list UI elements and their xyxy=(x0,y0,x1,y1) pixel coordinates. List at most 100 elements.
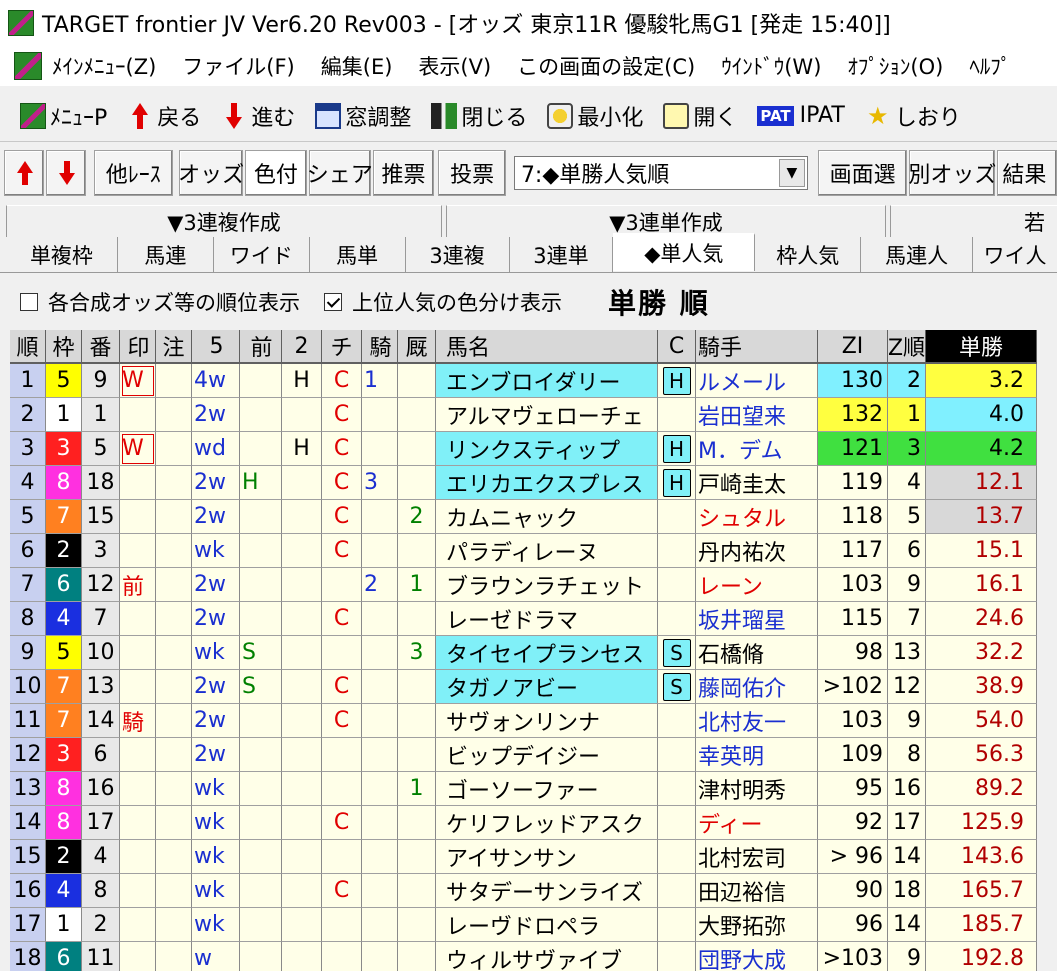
note-cell[interactable] xyxy=(156,704,192,738)
rank-cell[interactable]: 12 xyxy=(10,738,46,772)
waku-cell[interactable]: 2 xyxy=(46,534,82,568)
jockey-cell[interactable]: 丹内祐次 xyxy=(696,534,818,568)
note-cell[interactable] xyxy=(156,568,192,602)
win-odds-cell[interactable]: 3.2 xyxy=(926,364,1037,398)
rider-cell[interactable]: 1 xyxy=(362,364,398,398)
win-odds-cell[interactable]: 24.6 xyxy=(926,602,1037,636)
result-button[interactable]: 結果 xyxy=(997,150,1057,196)
horse-name-cell[interactable]: エリカエクスプレス xyxy=(436,466,658,500)
rank-cell[interactable]: 13 xyxy=(10,772,46,806)
rider-cell[interactable] xyxy=(362,772,398,806)
waku-cell[interactable]: 7 xyxy=(46,500,82,534)
color-split-checkbox[interactable] xyxy=(324,293,342,311)
zi-cell[interactable]: 96 xyxy=(818,908,888,942)
five-cell[interactable]: wd xyxy=(192,432,240,466)
stable-cell[interactable]: 3 xyxy=(398,636,436,670)
rider-cell[interactable]: 3 xyxy=(362,466,398,500)
note-cell[interactable] xyxy=(156,942,192,971)
next-race-button[interactable] xyxy=(45,150,86,196)
chi-cell[interactable]: C xyxy=(322,466,362,500)
mark-cell[interactable]: 騎 xyxy=(120,704,156,738)
two-cell[interactable] xyxy=(282,942,322,971)
zi-cell[interactable]: 121 xyxy=(818,432,888,466)
prev-cell[interactable] xyxy=(240,840,282,874)
rank-cell[interactable]: 10 xyxy=(10,670,46,704)
stable-cell[interactable] xyxy=(398,874,436,908)
mark-cell[interactable] xyxy=(120,466,156,500)
rank-cell[interactable]: 15 xyxy=(10,840,46,874)
zi-rank-cell[interactable]: 8 xyxy=(888,738,926,772)
chi-cell[interactable]: C xyxy=(322,602,362,636)
sort-order-select[interactable]: 7:◆単勝人気順 ▼ xyxy=(513,156,808,190)
mark-cell[interactable] xyxy=(120,806,156,840)
stable-cell[interactable] xyxy=(398,466,436,500)
forward-button[interactable]: 進む xyxy=(221,100,295,132)
menu-file[interactable]: ファイル(F) xyxy=(182,51,294,81)
table-row[interactable]: 7 6 12 前 2w 2 1 ブラウンラチェット レーン 103 9 16.1 xyxy=(10,568,1057,602)
waku-cell[interactable]: 3 xyxy=(46,432,82,466)
zi-cell[interactable]: >103 xyxy=(818,942,888,971)
menu-options[interactable]: ｵﾌﾟｼｮﾝ(O) xyxy=(847,51,943,81)
c-cell[interactable] xyxy=(658,874,696,908)
tab-tan-ninki[interactable]: ◆単人気 xyxy=(613,233,756,271)
c-cell[interactable]: S xyxy=(658,636,696,670)
zi-cell[interactable]: >102 xyxy=(818,670,888,704)
waku-cell[interactable]: 4 xyxy=(46,602,82,636)
c-cell[interactable] xyxy=(658,500,696,534)
five-cell[interactable]: w xyxy=(192,942,240,971)
horse-name-cell[interactable]: カムニャック xyxy=(436,500,658,534)
chi-cell[interactable]: C xyxy=(322,806,362,840)
zi-rank-cell[interactable]: 18 xyxy=(888,874,926,908)
tab-umaren[interactable]: 馬連 xyxy=(118,237,214,273)
chi-cell[interactable]: C xyxy=(322,670,362,704)
win-odds-cell[interactable]: 15.1 xyxy=(926,534,1037,568)
menu-screen-settings[interactable]: この画面の設定(C) xyxy=(517,51,695,81)
stable-cell[interactable] xyxy=(398,908,436,942)
col-prev[interactable]: 前 xyxy=(240,330,282,364)
zi-cell[interactable]: 119 xyxy=(818,466,888,500)
waku-cell[interactable]: 1 xyxy=(46,398,82,432)
table-row[interactable]: 6 2 3 wk C パラディレーヌ 丹内祐次 117 6 15.1 xyxy=(10,534,1057,568)
other-race-button[interactable]: 他ﾚｰｽ xyxy=(93,150,174,196)
close-button[interactable]: 閉じる xyxy=(431,100,527,132)
rank-cell[interactable]: 18 xyxy=(10,942,46,971)
col-zi-rank[interactable]: Z順 xyxy=(888,330,926,364)
rider-cell[interactable] xyxy=(362,670,398,704)
zi-cell[interactable]: 90 xyxy=(818,874,888,908)
tab-group-sanrenpuku[interactable]: ▼3連複作成 xyxy=(6,205,442,237)
note-cell[interactable] xyxy=(156,398,192,432)
zi-cell[interactable]: 130 xyxy=(818,364,888,398)
col-zi[interactable]: ZI xyxy=(818,330,888,364)
jockey-cell[interactable]: 団野大成 xyxy=(696,942,818,971)
menu-p-button[interactable]: ﾒﾆｭｰP xyxy=(20,100,107,132)
win-odds-cell[interactable]: 4.0 xyxy=(926,398,1037,432)
rider-cell[interactable] xyxy=(362,738,398,772)
win-odds-cell[interactable]: 4.2 xyxy=(926,432,1037,466)
mark-cell[interactable] xyxy=(120,500,156,534)
two-cell[interactable] xyxy=(282,874,322,908)
stable-cell[interactable] xyxy=(398,534,436,568)
jockey-cell[interactable]: 北村友一 xyxy=(696,704,818,738)
rank-cell[interactable]: 8 xyxy=(10,602,46,636)
horse-name-cell[interactable]: サヴォンリンナ xyxy=(436,704,658,738)
mark-cell[interactable] xyxy=(120,908,156,942)
five-cell[interactable]: 2w xyxy=(192,738,240,772)
col-win-odds[interactable]: 単勝 xyxy=(926,330,1037,364)
five-cell[interactable]: wk xyxy=(192,874,240,908)
chi-cell[interactable] xyxy=(322,840,362,874)
two-cell[interactable] xyxy=(282,806,322,840)
two-cell[interactable] xyxy=(282,466,322,500)
zi-cell[interactable]: 103 xyxy=(818,704,888,738)
tab-sanrenpuku[interactable]: 3連複 xyxy=(406,237,510,273)
stable-cell[interactable]: 2 xyxy=(398,500,436,534)
prev-cell[interactable] xyxy=(240,602,282,636)
col-c[interactable]: C xyxy=(658,330,696,364)
c-cell[interactable] xyxy=(658,568,696,602)
mark-cell[interactable] xyxy=(120,670,156,704)
horse-name-cell[interactable]: レーゼドラマ xyxy=(436,602,658,636)
menu-help[interactable]: ﾍﾙﾌﾟ xyxy=(969,51,1011,81)
two-cell[interactable] xyxy=(282,534,322,568)
prev-cell[interactable] xyxy=(240,772,282,806)
zi-rank-cell[interactable]: 5 xyxy=(888,500,926,534)
number-cell[interactable]: 11 xyxy=(82,942,120,971)
